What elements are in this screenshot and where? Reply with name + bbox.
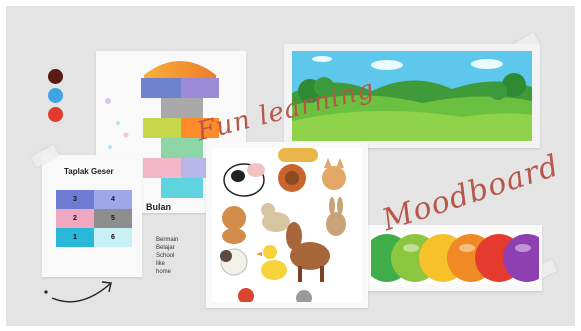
- note-line: Bermain: [156, 237, 179, 243]
- note-text: Bermain Belajar School like home: [156, 236, 196, 276]
- dog-icon: [222, 206, 246, 244]
- taplak-cell: 6: [94, 228, 132, 247]
- note-line: home: [156, 269, 172, 275]
- note-line: like: [156, 261, 166, 267]
- sheep-icon: [220, 248, 248, 276]
- swatch-blue: [48, 88, 63, 103]
- curved-arrow-icon: [44, 281, 112, 303]
- animals-illustration: [212, 148, 362, 306]
- taplak-cell: 2: [56, 209, 94, 228]
- taplak-cell: 1: [56, 228, 94, 247]
- taplak-title: Taplak Geser: [64, 167, 114, 176]
- turkey-icon: [278, 164, 306, 192]
- taplak-cell: 3: [56, 190, 94, 209]
- moodboard-canvas: Bulan Taplak Geser 3 4 2 5 1 6 Fun learn…: [0, 0, 581, 331]
- cow-icon: [223, 163, 265, 197]
- swatch-dark-red: [48, 69, 63, 84]
- hopscotch-label: Bulan: [146, 202, 172, 212]
- taplak-cell: 4: [94, 190, 132, 209]
- note-line: Belajar: [156, 245, 175, 251]
- taplak-cell: 5: [94, 209, 132, 228]
- color-balls-illustration: [371, 232, 539, 284]
- taplak-grid: 3 4 2 5 1 6: [56, 190, 132, 247]
- swatch-red: [48, 107, 63, 122]
- note-line: School: [156, 253, 175, 259]
